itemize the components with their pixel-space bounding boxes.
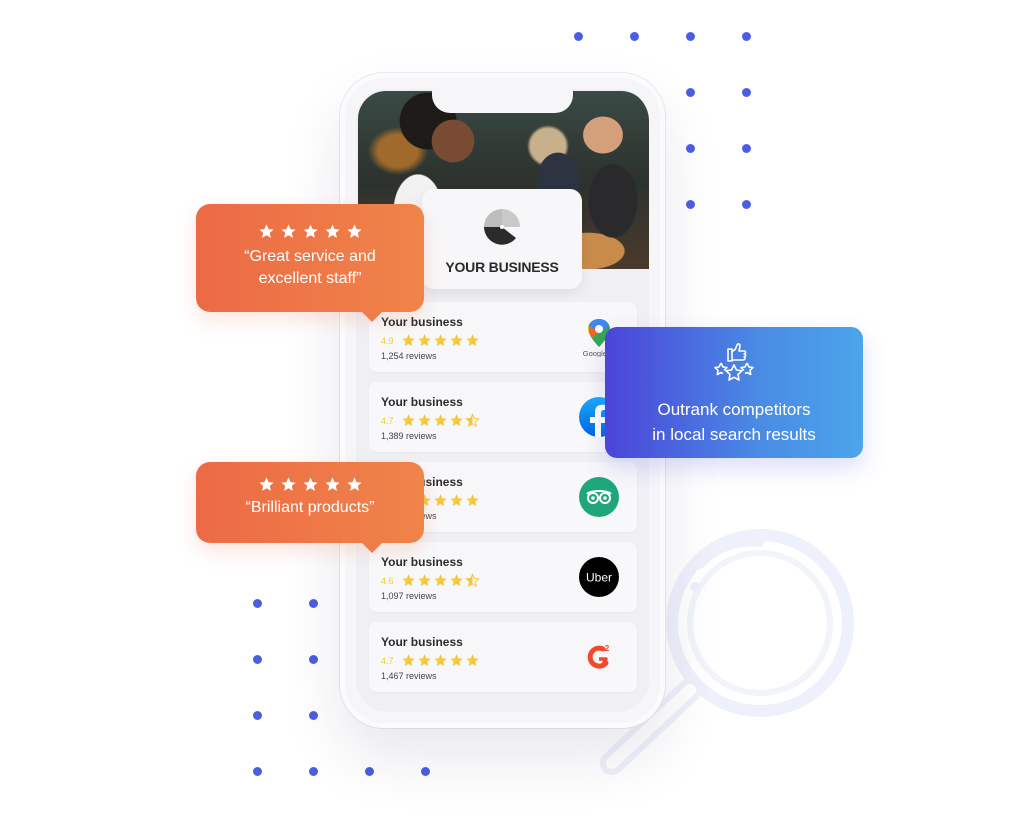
testimonial-bubble-2: “Brilliant products” <box>196 462 424 553</box>
bubble-star-rating <box>196 476 424 493</box>
star-icon <box>280 477 296 491</box>
star-icon <box>402 654 415 667</box>
rating-score: 4.6 <box>381 575 394 586</box>
review-count: 1,389 reviews <box>381 431 437 441</box>
star-icon <box>466 334 479 347</box>
dot <box>309 711 318 720</box>
listing-facebook[interactable]: Your business 4.7 1,389 reviews <box>369 382 637 452</box>
listing-name: Your business <box>381 555 463 569</box>
dot <box>253 711 262 720</box>
listing-name: Your business <box>381 395 463 409</box>
star-icon <box>466 494 479 507</box>
star-icon <box>450 494 463 507</box>
dot <box>309 599 318 608</box>
star-half-icon <box>465 573 480 588</box>
dot <box>365 767 374 776</box>
dot <box>630 32 639 41</box>
listing-rating: 4.6 <box>381 573 480 588</box>
dot <box>421 767 430 776</box>
star-icon <box>434 334 447 347</box>
star-icon <box>302 224 318 238</box>
star-icon <box>402 334 415 347</box>
listing-name: Your business <box>381 635 463 649</box>
star-icon <box>402 414 415 427</box>
review-count: 1,097 reviews <box>381 591 437 601</box>
star-icon <box>450 574 463 587</box>
dot <box>742 144 751 153</box>
star-icon <box>434 414 447 427</box>
dot <box>686 88 695 97</box>
uber-icon: Uber <box>579 557 619 597</box>
star-icon <box>280 224 296 238</box>
dot <box>253 599 262 608</box>
star-icon <box>258 224 274 238</box>
testimonial-quote: “Great service and excellent staff” <box>244 248 376 287</box>
star-rating <box>401 413 480 428</box>
uber-label: Uber <box>586 571 612 585</box>
star-icon <box>450 334 463 347</box>
business-name: YOUR BUSINESS <box>445 259 559 275</box>
star-icon <box>258 477 274 491</box>
rating-score: 4.7 <box>381 415 394 426</box>
listing-uber[interactable]: Your business 4.6 1,097 reviews Uber <box>369 542 637 612</box>
dot <box>309 767 318 776</box>
dot <box>686 200 695 209</box>
bubble-star-rating <box>196 223 424 240</box>
star-icon <box>450 414 463 427</box>
review-count: 1,467 reviews <box>381 671 437 681</box>
business-card: YOUR BUSINESS <box>422 189 582 289</box>
star-icon <box>434 574 447 587</box>
dot <box>742 32 751 41</box>
dot <box>742 88 751 97</box>
dot <box>253 767 262 776</box>
star-icon <box>418 574 431 587</box>
g2-icon: 2 <box>579 637 619 677</box>
dot <box>686 32 695 41</box>
star-icon <box>434 654 447 667</box>
promo-card: Outrank competitors in local search resu… <box>605 327 863 458</box>
dot <box>309 655 318 664</box>
thumbs-up-stars-icon <box>714 343 754 381</box>
dot <box>742 200 751 209</box>
star-icon <box>418 414 431 427</box>
star-icon <box>402 574 415 587</box>
star-rating <box>401 573 480 588</box>
listing-rating: 4.7 <box>381 413 480 428</box>
dot <box>686 144 695 153</box>
promo-line-2: in local search results <box>652 425 816 444</box>
tripadvisor-icon <box>579 477 619 517</box>
star-rating <box>401 653 480 668</box>
phone-notch <box>432 89 573 113</box>
star-icon <box>302 477 318 491</box>
dot <box>253 655 262 664</box>
promo-line-1: Outrank competitors <box>657 400 811 419</box>
star-icon <box>324 224 340 238</box>
star-icon <box>434 494 447 507</box>
star-icon <box>324 477 340 491</box>
star-rating <box>401 333 480 348</box>
listing-google-maps[interactable]: Your business 4.9 1,254 reviews Google M <box>369 302 637 372</box>
svg-text:2: 2 <box>605 644 610 653</box>
review-count: 1,254 reviews <box>381 351 437 361</box>
listing-rating: 4.7 <box>381 653 480 668</box>
listing-name: Your business <box>381 315 463 329</box>
dot <box>574 32 583 41</box>
star-icon <box>418 334 431 347</box>
star-icon <box>418 654 431 667</box>
promo-text: Outrank competitors in local search resu… <box>605 397 863 447</box>
star-icon <box>346 477 362 491</box>
rating-score: 4.7 <box>381 655 394 666</box>
star-icon <box>466 654 479 667</box>
business-logo-icon <box>484 209 520 245</box>
rating-score: 4.9 <box>381 335 394 346</box>
star-icon <box>346 224 362 238</box>
testimonial-quote: “Brilliant products” <box>245 499 375 516</box>
listing-g2[interactable]: Your business 4.7 1,467 reviews 2 <box>369 622 637 692</box>
star-half-icon <box>465 413 480 428</box>
star-icon <box>450 654 463 667</box>
testimonial-bubble-1: “Great service and excellent staff” <box>196 204 424 322</box>
listing-rating: 4.9 <box>381 333 480 348</box>
